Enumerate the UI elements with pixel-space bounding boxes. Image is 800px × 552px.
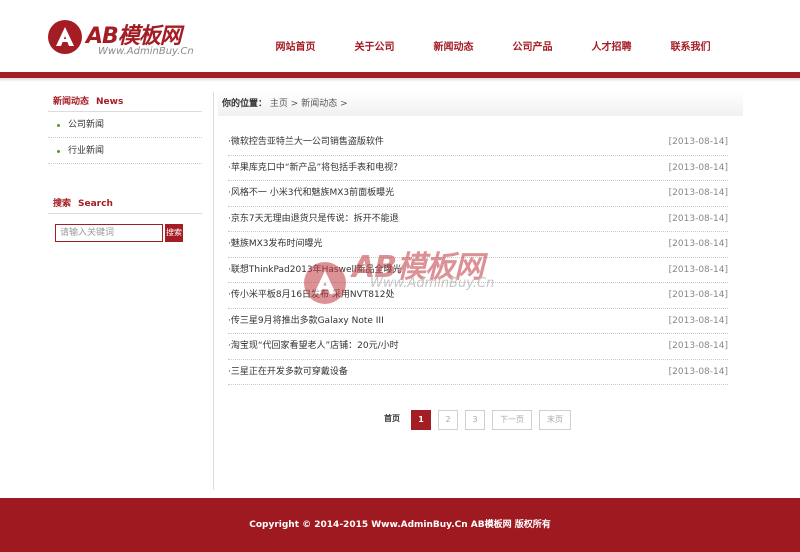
main-content: 你的位置： 主页 > 新闻动态 > ·微软控告亚特兰大一公司销售盗版软件 [201… [218, 92, 743, 385]
list-item: ·传小米平板8月16日发布 采用NVT812处 [2013-08-14] [228, 283, 728, 309]
sidebar-item-industry-news[interactable]: 行业新闻 [48, 138, 202, 164]
nav-products[interactable]: 公司产品 [493, 38, 572, 54]
pager-next[interactable]: 下一页 [492, 410, 532, 430]
news-date: [2013-08-14] [668, 213, 728, 224]
breadcrumb-current[interactable]: 新闻动态 [301, 99, 337, 109]
news-title-link[interactable]: ·魅族MX3发布时间曝光 [228, 232, 323, 256]
sidebar-news-title-cn: 新闻动态 [53, 97, 90, 107]
sidebar-item-company-news[interactable]: 公司新闻 [48, 112, 202, 138]
news-date: [2013-08-14] [668, 239, 728, 249]
logo-subtitle: Www.AdminBuy.Cn [98, 46, 194, 57]
bullet-icon [57, 124, 60, 127]
sidebar-news-title: 新闻动态 News [48, 92, 202, 112]
breadcrumb-separator: > [290, 99, 299, 109]
site-logo[interactable]: AB模板网 Www.AdminBuy.Cn [48, 16, 218, 62]
news-date: [2013-08-14] [668, 188, 728, 198]
news-title-link[interactable]: ·三星正在开发多款可穿戴设备 [228, 360, 348, 384]
list-item: ·淘宝现“代回家看望老人”店铺：20元/小时 [2013-08-14] [228, 334, 728, 360]
list-item: ·魅族MX3发布时间曝光 [2013-08-14] [228, 232, 728, 258]
nav-jobs[interactable]: 人才招聘 [572, 38, 651, 54]
nav-about[interactable]: 关于公司 [335, 38, 414, 54]
sidebar: 新闻动态 News 公司新闻 行业新闻 搜索 Search 搜索 [48, 92, 202, 242]
breadcrumb-label: 你的位置： [222, 99, 268, 109]
footer-copyright: Copyright © 2014-2015 Www.AdminBuy.Cn AB… [249, 520, 551, 530]
news-date: [2013-08-14] [668, 137, 728, 147]
news-title-link[interactable]: ·淘宝现“代回家看望老人”店铺：20元/小时 [228, 334, 399, 358]
logo-emblem-icon [48, 20, 82, 54]
site-footer: Copyright © 2014-2015 Www.AdminBuy.Cn AB… [0, 498, 800, 552]
list-item: ·传三星9月将推出多款Galaxy Note III [2013-08-14] [228, 309, 728, 334]
sidebar-search-title-en: Search [78, 199, 113, 209]
breadcrumb-home[interactable]: 主页 [270, 99, 288, 109]
news-date: [2013-08-14] [668, 366, 728, 377]
breadcrumb: 你的位置： 主页 > 新闻动态 > [218, 92, 743, 116]
breadcrumb-separator: > [340, 99, 348, 109]
main-nav: 网站首页 关于公司 新闻动态 公司产品 人才招聘 联系我们 [256, 38, 730, 54]
news-list: ·微软控告亚特兰大一公司销售盗版软件 [2013-08-14] ·苹果库克口中“新… [228, 130, 728, 385]
nav-home[interactable]: 网站首页 [256, 38, 335, 54]
pagination: 首页 1 2 3 下一页 末页 [380, 410, 578, 430]
pager-page-3[interactable]: 3 [465, 410, 485, 430]
news-date: [2013-08-14] [668, 264, 728, 275]
pager-first[interactable]: 首页 [380, 410, 404, 430]
news-date: [2013-08-14] [668, 341, 728, 351]
list-item: ·三星正在开发多款可穿戴设备 [2013-08-14] [228, 360, 728, 385]
news-title-link[interactable]: ·微软控告亚特兰大一公司销售盗版软件 [228, 130, 384, 154]
news-date: [2013-08-14] [668, 290, 728, 300]
news-title-link[interactable]: ·联想ThinkPad2013年Haswell新品全曝光 [228, 258, 402, 282]
sidebar-search-title: 搜索 Search [48, 194, 202, 214]
sidebar-news-title-en: News [96, 97, 124, 107]
pager-page-1[interactable]: 1 [411, 410, 431, 430]
search-button[interactable]: 搜索 [165, 224, 183, 242]
sidebar-search-title-cn: 搜索 [53, 199, 72, 209]
list-item: ·苹果库克口中“新产品”将包括手表和电视？ [2013-08-14] [228, 156, 728, 181]
sidebar-item-label: 公司新闻 [68, 120, 105, 130]
list-item: ·京东7天无理由退货只是传说：拆开不能退 [2013-08-14] [228, 207, 728, 232]
content-divider [213, 92, 214, 490]
search-input[interactable] [55, 224, 163, 242]
site-header: AB模板网 Www.AdminBuy.Cn 网站首页 关于公司 新闻动态 公司产… [0, 0, 800, 72]
pager-page-2[interactable]: 2 [438, 410, 458, 430]
news-title-link[interactable]: ·苹果库克口中“新产品”将包括手表和电视？ [228, 156, 402, 180]
list-item: ·微软控告亚特兰大一公司销售盗版软件 [2013-08-14] [228, 130, 728, 156]
list-item: ·风格不一 小米3代和魅族MX3前面板曝光 [2013-08-14] [228, 181, 728, 207]
news-title-link[interactable]: ·京东7天无理由退货只是传说：拆开不能退 [228, 207, 399, 231]
news-title-link[interactable]: ·传小米平板8月16日发布 采用NVT812处 [228, 283, 394, 307]
nav-news[interactable]: 新闻动态 [414, 38, 493, 54]
pager-last[interactable]: 末页 [539, 410, 571, 430]
news-title-link[interactable]: ·风格不一 小米3代和魅族MX3前面板曝光 [228, 181, 394, 205]
news-date: [2013-08-14] [668, 162, 728, 173]
news-date: [2013-08-14] [668, 315, 728, 326]
search-form: 搜索 [48, 224, 202, 242]
header-shadow [0, 78, 800, 82]
sidebar-item-label: 行业新闻 [68, 146, 105, 156]
bullet-icon [57, 150, 60, 153]
list-item: ·联想ThinkPad2013年Haswell新品全曝光 [2013-08-14] [228, 258, 728, 283]
nav-contact[interactable]: 联系我们 [651, 38, 730, 54]
news-title-link[interactable]: ·传三星9月将推出多款Galaxy Note III [228, 309, 384, 333]
